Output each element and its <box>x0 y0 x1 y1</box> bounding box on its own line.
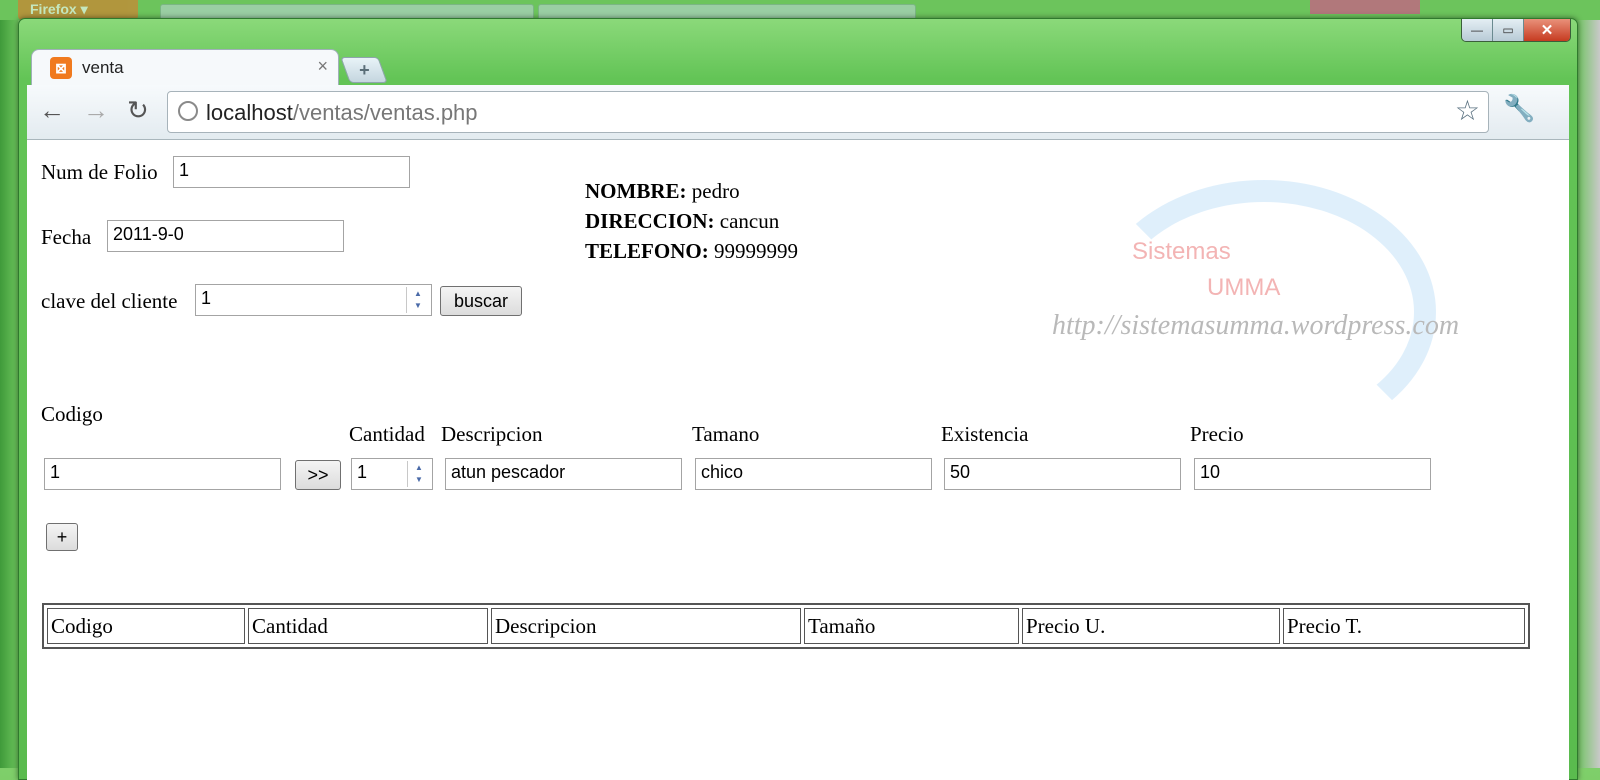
buscar-button[interactable]: buscar <box>440 286 522 316</box>
cantidad-label: Cantidad <box>349 422 425 446</box>
reload-button[interactable]: ↻ <box>127 97 149 123</box>
browser-tab[interactable]: ⊠ venta × <box>31 49 339 86</box>
spin-up-icon[interactable]: ▲ <box>408 461 430 473</box>
background-firefox-button: Firefox ▾ <box>18 0 138 20</box>
precio-label: Precio <box>1190 422 1244 446</box>
watermark: Sistemas UMMA http://sistemasumma.wordpr… <box>1052 180 1492 444</box>
watermark-text: UMMA <box>1207 274 1281 301</box>
codigo-input[interactable]: 1 <box>44 458 281 490</box>
background-window-edge <box>0 20 18 768</box>
watermark-text: Sistemas <box>1132 238 1231 265</box>
column-header: Cantidad <box>248 608 488 644</box>
clave-stepper[interactable]: ▲ ▼ <box>406 287 429 313</box>
cantidad-value: 1 <box>357 462 368 482</box>
column-header: Precio T. <box>1283 608 1525 644</box>
fecha-label: Fecha <box>41 225 92 249</box>
page-content: Sistemas UMMA http://sistemasumma.wordpr… <box>27 140 1569 780</box>
maximize-button[interactable]: ▭ <box>1493 19 1524 41</box>
descripcion-input[interactable]: atun pescador <box>445 458 682 490</box>
existencia-label: Existencia <box>941 422 1029 446</box>
new-tab-button[interactable]: + <box>340 57 388 83</box>
clave-value: 1 <box>201 288 212 308</box>
column-header: Descripcion <box>491 608 801 644</box>
tab-close-icon[interactable]: × <box>317 56 328 77</box>
clave-input[interactable]: 1 ▲ ▼ <box>195 284 432 316</box>
clave-label: clave del cliente <box>41 289 178 313</box>
direccion-line: DIRECCION: cancun <box>585 209 780 233</box>
folio-label: Num de Folio <box>41 160 158 184</box>
close-window-button[interactable]: ✕ <box>1524 19 1570 41</box>
folio-input[interactable]: 1 <box>173 156 410 188</box>
minimize-button[interactable]: — <box>1462 19 1493 41</box>
background-window-edge <box>1576 20 1600 768</box>
column-header: Codigo <box>47 608 245 644</box>
window-controls: — ▭ ✕ <box>1461 19 1571 42</box>
forward-button[interactable]: → <box>83 97 109 123</box>
browser-window: — ▭ ✕ ⊠ venta × + ← → ↻ localhost/ventas… <box>18 18 1578 780</box>
telefono-line: TELEFONO: 99999999 <box>585 239 798 263</box>
descripcion-label: Descripcion <box>441 422 543 446</box>
background-decoration <box>1310 0 1420 14</box>
nombre-line: NOMBRE: pedro <box>585 179 740 203</box>
spin-down-icon[interactable]: ▼ <box>408 473 430 485</box>
codigo-label: Codigo <box>41 402 103 426</box>
fecha-input[interactable]: 2011-9-0 <box>107 220 344 252</box>
add-item-button[interactable]: + <box>46 523 78 551</box>
cantidad-stepper[interactable]: ▲ ▼ <box>407 461 430 487</box>
column-header: Precio U. <box>1022 608 1280 644</box>
cantidad-input[interactable]: 1 ▲ ▼ <box>351 458 433 490</box>
spin-up-icon[interactable]: ▲ <box>407 287 429 299</box>
globe-icon <box>178 101 198 121</box>
tamano-label: Tamano <box>692 422 760 446</box>
precio-input[interactable]: 10 <box>1194 458 1431 490</box>
wrench-menu-icon[interactable]: 🔧 <box>1503 93 1535 124</box>
existencia-input[interactable]: 50 <box>944 458 1181 490</box>
spin-down-icon[interactable]: ▼ <box>407 299 429 311</box>
url-text: localhost/ventas/ventas.php <box>206 100 478 125</box>
back-button[interactable]: ← <box>39 97 65 123</box>
plus-icon: + <box>358 59 370 80</box>
bookmark-star-icon[interactable]: ☆ <box>1455 94 1480 127</box>
items-table: Codigo Cantidad Descripcion Tamaño Preci… <box>42 603 1530 649</box>
tab-title: venta <box>82 58 124 77</box>
tamano-input[interactable]: chico <box>695 458 932 490</box>
table-header-row: Codigo Cantidad Descripcion Tamaño Preci… <box>47 608 1525 644</box>
browser-toolbar: ← → ↻ localhost/ventas/ventas.php ☆ 🔧 <box>27 85 1569 140</box>
column-header: Tamaño <box>804 608 1019 644</box>
client-info: NOMBRE: pedro DIRECCION: cancun TELEFONO… <box>585 176 798 266</box>
buscar-producto-button[interactable]: >> <box>295 460 341 490</box>
xampp-favicon-icon: ⊠ <box>50 57 72 79</box>
address-bar[interactable]: localhost/ventas/ventas.php ☆ <box>167 91 1489 133</box>
watermark-url: http://sistemasumma.wordpress.com <box>1052 310 1460 341</box>
